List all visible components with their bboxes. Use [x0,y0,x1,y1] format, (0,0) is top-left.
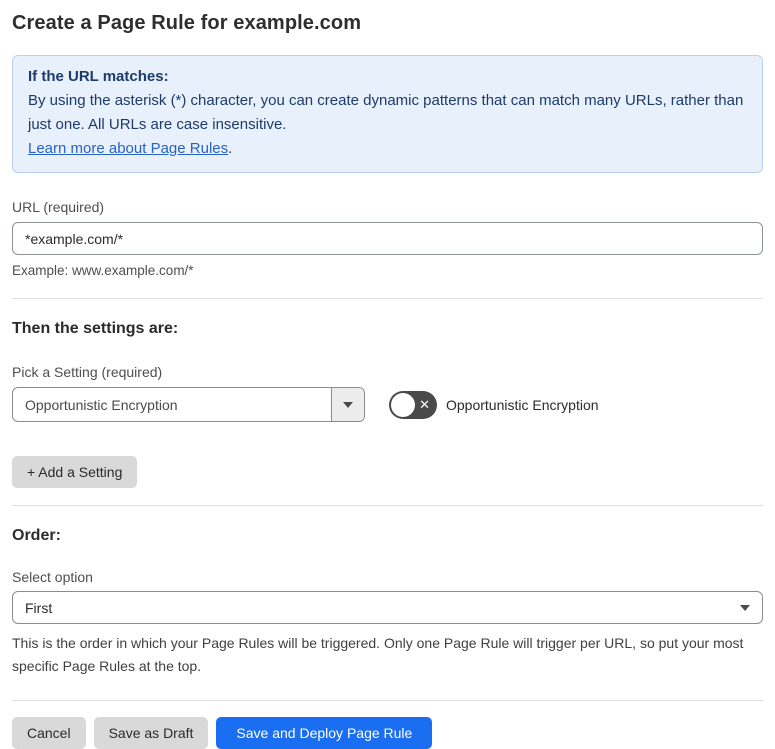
chevron-down-icon [740,604,750,611]
url-example-text: Example: www.example.com/* [12,263,194,278]
order-select-label: Select option [12,569,93,585]
setting-select[interactable]: Opportunistic Encryption [12,387,365,422]
divider-settings-section [12,505,763,506]
save-and-deploy-button[interactable]: Save and Deploy Page Rule [216,717,433,749]
divider-footer [12,700,763,701]
setting-select-value: Opportunistic Encryption [25,396,178,413]
url-match-info-box: If the URL matches: By using the asteris… [12,55,763,173]
url-input[interactable] [12,222,763,255]
order-select-wrap: First [12,591,763,624]
chevron-down-icon [343,401,353,408]
setting-select-arrow-button[interactable] [331,388,364,421]
link-suffix: . [228,140,233,157]
page-title: Create a Page Rule for example.com [12,12,362,34]
order-section-heading: Order: [12,527,61,544]
toggle-off-x-icon: ✕ [419,396,430,412]
info-box-heading: If the URL matches: [28,68,169,85]
learn-more-link[interactable]: Learn more about Page Rules [28,140,228,157]
info-box-link-line: Learn more about Page Rules. [28,137,747,161]
settings-section-heading: Then the settings are: [12,320,179,337]
toggle-label: Opportunistic Encryption [446,396,599,413]
save-as-draft-button[interactable]: Save as Draft [93,717,209,749]
setting-picker-label: Pick a Setting (required) [12,364,163,380]
add-setting-button[interactable]: + Add a Setting [12,456,138,488]
info-box-body: By using the asterisk (*) character, you… [28,92,744,133]
order-select[interactable]: First [12,591,763,624]
toggle-knob [391,392,415,417]
setting-row: Opportunistic Encryption ✕ Opportunistic… [12,387,763,422]
order-help-text: This is the order in which your Page Rul… [12,635,744,674]
order-select-value: First [25,599,53,616]
cancel-button[interactable]: Cancel [12,717,86,749]
setting-toggle-group: ✕ Opportunistic Encryption [389,390,599,419]
opportunistic-encryption-toggle[interactable]: ✕ [389,390,437,419]
footer-actions: Cancel Save as Draft Save and Deploy Pag… [12,717,763,749]
divider-url-section [12,298,763,299]
url-field-label: URL (required) [12,199,105,215]
